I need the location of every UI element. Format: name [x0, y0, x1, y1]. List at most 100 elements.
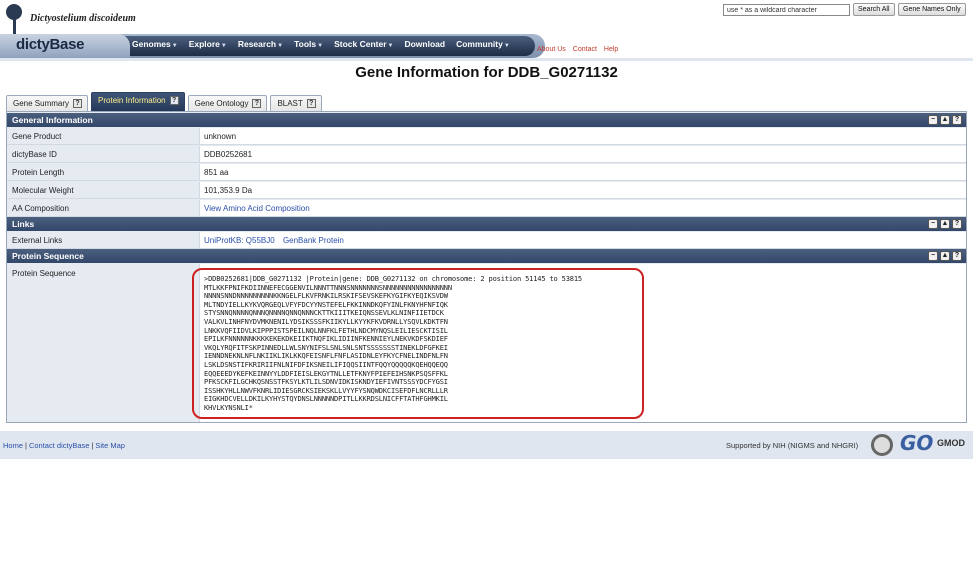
search-input[interactable]	[723, 4, 850, 16]
help-icon[interactable]: ?	[252, 99, 262, 108]
sequence-line: KHVLKYNSNLI*	[204, 403, 253, 412]
top-link-about-us[interactable]: About Us	[537, 46, 566, 53]
nav-item-label: Tools	[294, 39, 317, 49]
tab-protein-information[interactable]: Protein Information?	[91, 92, 185, 111]
tab-gene-summary[interactable]: Gene Summary?	[6, 95, 89, 111]
section-sequence-header: Protein Sequence − ▲ ?	[7, 249, 966, 263]
field-label: Molecular Weight	[7, 182, 200, 198]
sequence-cell: >DDB0252681|DDB_G0271132 |Protein|gene: …	[192, 264, 966, 422]
help-icon[interactable]: ?	[952, 251, 962, 261]
sequence-line: PFKSCKFILGCHKQSNSSTFKSYLKTLILSDNVIDKISKN…	[204, 378, 448, 387]
sequence-line: MLTNDYIELLKYKVQRGEQLVFYFDCYYNSTEFELFKKIN…	[204, 300, 448, 309]
separator: |	[25, 441, 27, 450]
protein-length-value: 851 aa	[200, 164, 966, 180]
sequence-line: NNNNSNNDNNNNNNNNNKKNGELFLKVFRNKILRSKIFSE…	[204, 292, 448, 301]
sequence-line: EIGKHDCVELLDKILKYHYSTQYDNSLNNNNNDPITLLKK…	[204, 395, 448, 404]
brand-name[interactable]: dictyBase	[16, 36, 84, 53]
sequence-row: Protein Sequence >DDB0252681|DDB_G027113…	[7, 264, 966, 422]
tab-label: Protein Information	[98, 96, 166, 105]
collapse-icon[interactable]: −	[928, 219, 938, 229]
chevron-down-icon: ▼	[171, 43, 178, 49]
nav-item-label: Explore	[188, 39, 220, 49]
sequence-line: LSKLDSNSTIFKRIRIIFNLNIFDFIKSNEILIFIQQSII…	[204, 360, 448, 369]
section-general-title: General Information	[12, 115, 93, 125]
nih-logo-icon[interactable]	[871, 434, 893, 456]
table-row: Protein Length 851 aa	[7, 164, 966, 181]
genbank-link[interactable]: GenBank Protein	[283, 236, 344, 245]
nav-item-genomes[interactable]: Genomes▼	[132, 39, 178, 49]
footer-link-contact-dictybase[interactable]: Contact dictyBase	[29, 441, 89, 450]
tab-label: BLAST	[277, 99, 303, 108]
section-general-header: General Information − ▲ ?	[7, 113, 966, 127]
help-icon[interactable]: ?	[952, 219, 962, 229]
collapse-icon[interactable]: −	[928, 115, 938, 125]
sequence-line: MTLKKFPNIFKDIINNEFECGGENVILNNNTTNNNSNNNN…	[204, 283, 452, 292]
aa-composition-link[interactable]: View Amino Acid Composition	[204, 204, 310, 213]
nav-item-explore[interactable]: Explore▼	[189, 39, 227, 49]
nav-item-label: Genomes	[132, 39, 171, 49]
section-links-title: Links	[12, 219, 35, 229]
nav-item-tools[interactable]: Tools▼	[294, 39, 323, 49]
go-logo[interactable]: GO	[900, 431, 933, 455]
support-text: Supported by NIH (NIGMS and NHGRI)	[726, 441, 859, 450]
move-up-icon[interactable]: ▲	[940, 115, 950, 125]
chevron-down-icon: ▼	[387, 43, 394, 49]
nav-item-stock-center[interactable]: Stock Center▼	[334, 39, 393, 49]
site-header: Dictyostelium discoideum dictyBase Genom…	[0, 0, 973, 58]
nav-item-label: Download	[404, 39, 446, 49]
sequence-line: STYSNNQNNNNQNNNQNNNNQNNQNNNCKTTKIIITKEIQ…	[204, 309, 444, 318]
nav-item-research[interactable]: Research▼	[238, 39, 283, 49]
sequence-line: EQQEEEDYKEFKEINNYYLDDFIEISLEKGYTNLLETFKN…	[204, 369, 448, 378]
chevron-down-icon: ▼	[503, 43, 510, 49]
nav-item-label: Stock Center	[334, 39, 387, 49]
page-title: Gene Information for DDB_G0271132	[355, 64, 618, 81]
field-label: dictyBase ID	[7, 146, 200, 162]
nav-item-download[interactable]: Download	[404, 39, 445, 49]
help-icon[interactable]: ?	[73, 99, 83, 108]
uniprot-link[interactable]: UniProtKB: Q55BJ0	[204, 236, 275, 245]
table-row: dictyBase ID DDB0252681	[7, 146, 966, 163]
top-link-help[interactable]: Help	[604, 46, 618, 53]
sequence-line: VALKVLINHFNYDVMKNENILYDSIKSSSFKIIKYLLKYY…	[204, 317, 448, 326]
sequence-line: VKQLYRQFITFSKPINNEDLLWLSNYNIFSLSNLSNLSNT…	[204, 343, 448, 352]
chevron-down-icon: ▼	[220, 43, 227, 49]
species-name: Dictyostelium discoideum	[30, 13, 136, 24]
move-up-icon[interactable]: ▲	[940, 219, 950, 229]
move-up-icon[interactable]: ▲	[940, 251, 950, 261]
tab-gene-ontology[interactable]: Gene Ontology?	[187, 95, 268, 111]
search-all-button[interactable]: Search All	[853, 3, 895, 16]
nav-menu: Genomes▼ Explore▼ Research▼ Tools▼ Stock Cen…	[132, 39, 521, 49]
top-link-contact[interactable]: Contact	[573, 46, 597, 53]
separator: |	[91, 441, 94, 450]
help-icon[interactable]: ?	[306, 99, 316, 108]
chevron-down-icon: ▼	[317, 43, 324, 49]
gene-product-value: unknown	[200, 128, 966, 144]
footer-link-home[interactable]: Home	[3, 441, 23, 450]
help-icon[interactable]: ?	[169, 96, 179, 105]
nav-item-label: Community	[456, 39, 503, 49]
field-label: AA Composition	[7, 200, 200, 216]
collapse-icon[interactable]: −	[928, 251, 938, 261]
nav-item-label: Research	[237, 39, 277, 49]
sequence-line: LNKKVQFIIDVLKIPPPISTSPEILNQLNNFKLFETHLND…	[204, 326, 448, 335]
field-label: Protein Length	[7, 164, 200, 180]
help-icon[interactable]: ?	[952, 115, 962, 125]
sequence-line: IENNDNEKNLNFLNKIIKLIKLKKQFEISNFLFNFLASID…	[204, 352, 448, 361]
tab-blast[interactable]: BLAST?	[270, 95, 322, 111]
dictybase-id-value: DDB0252681	[200, 146, 966, 162]
gene-names-only-button[interactable]: Gene Names Only	[898, 3, 966, 16]
field-label: Protein Sequence	[7, 264, 200, 422]
section-sequence-title: Protein Sequence	[12, 251, 84, 261]
fasta-header: >DDB0252681|DDB_G0271132 |Protein|gene: …	[204, 275, 582, 283]
footer-link-site-map[interactable]: Site Map	[95, 441, 125, 450]
tab-label: Gene Summary	[13, 99, 70, 108]
gmod-logo[interactable]: GMOD	[937, 438, 965, 448]
tab-bar: Gene Summary? Protein Information? Gene On…	[6, 92, 325, 111]
nav-item-community[interactable]: Community▼	[456, 39, 510, 49]
tab-label: Gene Ontology	[194, 99, 249, 108]
molecular-weight-value: 101,353.9 Da	[200, 182, 966, 198]
table-row: External Links UniProtKB: Q55BJ0 GenBank…	[7, 232, 966, 249]
table-row: Gene Product unknown	[7, 128, 966, 145]
top-links: About Us Contact Help	[537, 46, 618, 53]
sequence-line: ISSHKYHLLNWVFKNRLIDIESGRCKSIEKSKLLVYYFYS…	[204, 386, 448, 395]
